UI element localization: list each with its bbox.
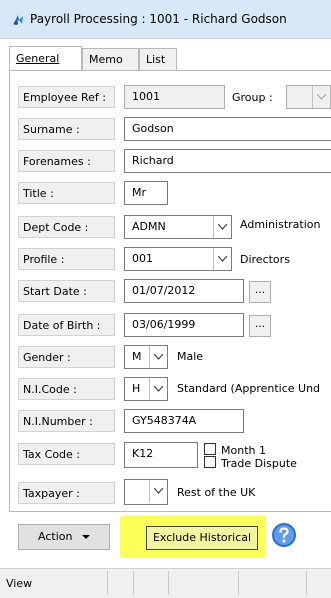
month-1-label: Month 1 [221, 444, 266, 457]
window-title: Payroll Processing : 1001 - Richard Gods… [30, 12, 287, 26]
gender-value: M [132, 350, 142, 363]
trade-dispute-checkbox[interactable] [204, 456, 216, 468]
tab-memo-label: Memo [89, 53, 123, 66]
ni-code-dropdown-button[interactable] [149, 378, 167, 400]
forenames-field[interactable]: Richard [124, 149, 331, 173]
ni-number-label: N.I.Number : [18, 410, 115, 432]
ni-number-field[interactable]: GY548374A [124, 409, 244, 433]
status-divider [238, 571, 239, 595]
tab-list[interactable]: List [139, 48, 177, 70]
employee-ref-label: Employee Ref : [18, 86, 115, 108]
chevron-down-icon [154, 386, 163, 392]
gender-combo[interactable]: M [124, 345, 168, 369]
ni-code-value: H [132, 382, 141, 395]
taxpayer-description: Rest of the UK [177, 486, 256, 499]
status-divider [306, 571, 307, 595]
start-date-picker-button[interactable]: ... [249, 281, 271, 303]
chevron-down-icon [154, 488, 163, 494]
trade-dispute-label: Trade Dispute [221, 457, 297, 470]
group-dropdown-button[interactable] [312, 86, 330, 108]
chevron-down-icon [218, 224, 227, 230]
profile-description: Directors [240, 253, 290, 266]
chevron-down-icon [154, 354, 163, 360]
dept-code-description: Administration [240, 218, 321, 231]
chevron-down-icon [317, 94, 326, 100]
profile-label: Profile : [18, 248, 115, 270]
tax-code-field[interactable]: K12 [124, 442, 198, 468]
help-icon[interactable] [271, 522, 297, 548]
tab-memo[interactable]: Memo [82, 48, 139, 70]
gender-dropdown-button[interactable] [149, 346, 167, 368]
tax-code-label: Tax Code : [18, 443, 115, 465]
status-divider [133, 571, 134, 595]
surname-field[interactable]: Godson [124, 117, 331, 141]
month-1-checkbox[interactable] [204, 443, 216, 455]
group-combo[interactable] [286, 85, 331, 109]
chevron-down-icon [218, 256, 227, 262]
dept-code-value: ADMN [132, 220, 166, 233]
status-text: View [6, 577, 33, 590]
app-logo-icon [13, 15, 23, 25]
dept-code-dropdown-button[interactable] [213, 216, 231, 238]
taxpayer-label: Taxpayer : [18, 482, 115, 504]
ni-code-description: Standard (Apprentice Und [177, 382, 321, 395]
date-of-birth-field[interactable]: 03/06/1999 [124, 313, 244, 337]
title-bar: Payroll Processing : 1001 - Richard Gods… [0, 0, 331, 39]
action-button-label: Action [38, 530, 73, 543]
exclude-historical-button[interactable]: Exclude Historical [146, 526, 258, 550]
start-date-field[interactable]: 01/07/2012 [124, 279, 244, 303]
tab-general-label: General [16, 52, 60, 65]
profile-dropdown-button[interactable] [213, 248, 231, 270]
start-date-label: Start Date : [18, 280, 115, 302]
action-button[interactable]: Action [18, 524, 110, 550]
date-of-birth-picker-button[interactable]: ... [249, 315, 271, 337]
ni-code-label: N.I.Code : [18, 378, 115, 400]
group-label: Group : [232, 91, 273, 104]
profile-value: 001 [132, 252, 153, 265]
taxpayer-dropdown-button[interactable] [149, 480, 167, 502]
profile-combo[interactable]: 001 [124, 247, 232, 271]
gender-description: Male [177, 350, 204, 363]
status-bar: View [0, 568, 331, 598]
title-field[interactable]: Mr [124, 181, 168, 205]
employee-ref-field[interactable]: 1001 [124, 85, 225, 109]
tab-general[interactable]: General [9, 46, 82, 70]
title-label: Title : [18, 182, 115, 204]
surname-label: Surname : [18, 118, 115, 140]
caret-down-icon [81, 534, 90, 539]
status-divider [107, 571, 108, 595]
gender-label: Gender : [18, 346, 115, 368]
dept-code-combo[interactable]: ADMN [124, 215, 232, 239]
forenames-label: Forenames : [18, 150, 115, 172]
tab-list-label: List [146, 53, 166, 66]
date-of-birth-label: Date of Birth : [18, 314, 115, 336]
dept-code-label: Dept Code : [18, 216, 115, 238]
taxpayer-combo[interactable] [124, 479, 168, 505]
status-divider [168, 571, 169, 595]
ni-code-combo[interactable]: H [124, 377, 168, 401]
